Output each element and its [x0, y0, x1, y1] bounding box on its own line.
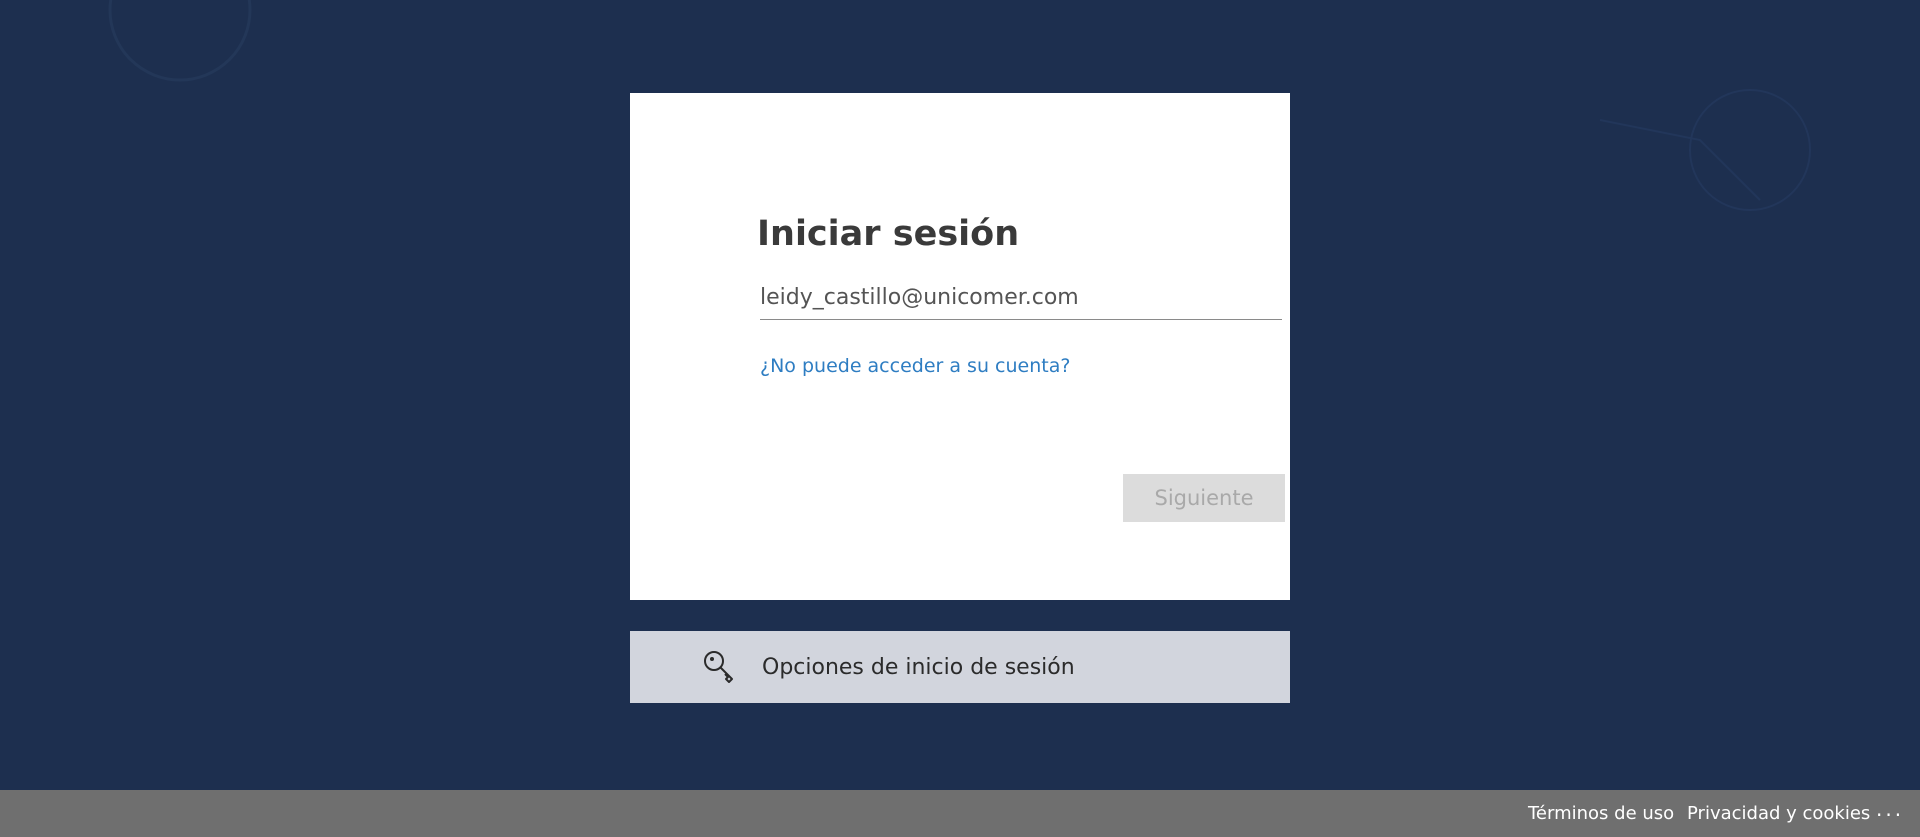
next-button[interactable]: Siguiente	[1123, 474, 1285, 522]
terms-link[interactable]: Términos de uso	[1528, 803, 1674, 825]
page-title: Iniciar sesión	[757, 214, 1020, 254]
email-field[interactable]	[760, 276, 1282, 320]
signin-card: Iniciar sesión ¿No puede acceder a su cu…	[630, 93, 1290, 600]
signin-options-label: Opciones de inicio de sesión	[762, 655, 1075, 680]
privacy-link[interactable]: Privacidad y cookies	[1687, 803, 1870, 825]
key-search-icon	[702, 649, 738, 685]
page-background: Iniciar sesión ¿No puede acceder a su cu…	[0, 0, 1920, 837]
more-options-button[interactable]: ...	[1876, 798, 1904, 820]
signin-options-button[interactable]: Opciones de inicio de sesión	[630, 631, 1290, 703]
cant-access-account-link[interactable]: ¿No puede acceder a su cuenta?	[760, 354, 1070, 378]
footer: Términos de uso Privacidad y cookies ...	[0, 790, 1920, 837]
